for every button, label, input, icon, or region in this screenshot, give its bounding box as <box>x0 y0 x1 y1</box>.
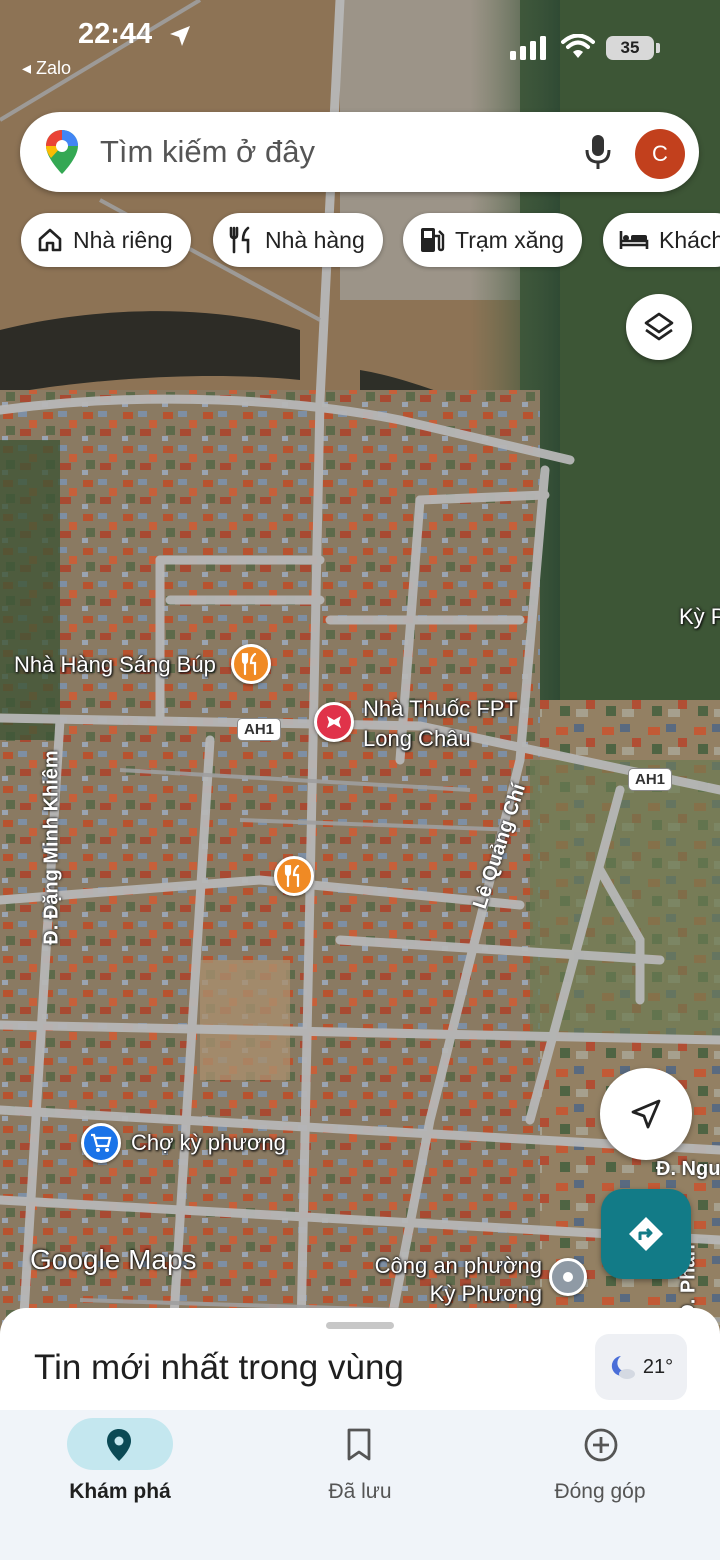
nav-label: Đã lưu <box>328 1480 392 1503</box>
wifi-icon <box>561 34 595 58</box>
battery-icon <box>656 43 660 53</box>
my-location-button[interactable] <box>600 1068 692 1160</box>
bookmark-icon <box>344 1428 374 1462</box>
place-label-market[interactable]: Chợ kỳ phương <box>131 1130 286 1156</box>
shopping-cart-pin-icon[interactable] <box>81 1123 121 1163</box>
chip-hotels[interactable]: Khách <box>603 213 720 267</box>
status-time: 22:44 <box>78 18 153 50</box>
sheet-drag-handle[interactable] <box>326 1322 394 1329</box>
location-arrow-icon <box>170 26 190 46</box>
explore-bottom-sheet[interactable]: Tin mới nhất trong vùng 21° <box>0 1308 720 1418</box>
google-maps-pin-icon <box>46 130 78 174</box>
directions-icon <box>629 1217 663 1251</box>
microphone-icon[interactable] <box>584 134 612 170</box>
nav-saved[interactable]: Đã lưu <box>240 1410 480 1560</box>
police-pin-icon[interactable] <box>549 1258 587 1296</box>
add-circle-icon <box>584 1428 618 1462</box>
highway-shield-ah1: AH1 <box>237 718 282 741</box>
chip-home[interactable]: Nhà riêng <box>21 213 191 267</box>
directions-button[interactable] <box>601 1189 691 1279</box>
area-label-ky-p: Kỳ P <box>679 604 720 629</box>
place-label-police[interactable]: Công an phường Kỳ Phương <box>362 1252 542 1308</box>
nav-contribute[interactable]: Đóng góp <box>480 1410 720 1560</box>
nav-explore[interactable]: Khám phá <box>0 1410 240 1560</box>
search-input[interactable] <box>100 126 540 178</box>
restaurant-pin-icon[interactable] <box>274 856 314 896</box>
back-to-zalo-link[interactable]: ◂ Zalo <box>22 58 71 79</box>
cellular-signal-icon <box>510 36 546 60</box>
gas-station-icon <box>419 226 445 254</box>
home-icon <box>37 227 63 253</box>
chip-label: Nhà riêng <box>73 226 173 253</box>
chip-label: Trạm xăng <box>455 226 565 253</box>
nav-label: Khám phá <box>69 1480 171 1503</box>
navigation-arrow-icon <box>631 1099 661 1129</box>
road-label-d-ngu: Đ. Ngu <box>656 1158 720 1180</box>
status-bar: 22:44 ◂ Zalo 35 <box>0 0 720 90</box>
chip-label: Khách <box>659 226 720 253</box>
chip-gas-stations[interactable]: Trạm xăng <box>403 213 583 267</box>
restaurant-icon <box>229 226 255 254</box>
google-maps-attribution: Google Maps <box>30 1244 197 1275</box>
place-label-pharmacy-fpt[interactable]: Nhà Thuốc FPT Long Châu <box>363 694 533 754</box>
weather-chip[interactable]: 21° <box>595 1334 687 1400</box>
pharmacy-pin-icon[interactable] <box>314 702 354 742</box>
sheet-title: Tin mới nhất trong vùng <box>34 1348 404 1387</box>
chip-label: Nhà hàng <box>265 226 365 253</box>
search-bar[interactable] <box>20 112 699 192</box>
nav-label: Đóng góp <box>554 1480 646 1503</box>
moon-cloud-icon <box>609 1354 637 1380</box>
satellite-map[interactable]: Nhà Hàng Sáng Búp Nhà Thuốc FPT Long Châ… <box>0 0 720 1380</box>
bottom-navigation: Khám phá Đã lưu Đóng góp <box>0 1410 720 1560</box>
place-label-restaurant-sang-bup[interactable]: Nhà Hàng Sáng Búp <box>14 652 216 678</box>
highway-shield-ah1: AH1 <box>628 768 673 791</box>
restaurant-pin-icon[interactable] <box>231 644 271 684</box>
map-imagery <box>0 0 720 1380</box>
layers-button[interactable] <box>626 294 692 360</box>
layers-icon <box>644 312 674 341</box>
account-avatar[interactable]: C <box>635 129 685 179</box>
temperature: 21° <box>642 1355 674 1378</box>
battery-level: 35 <box>606 36 654 60</box>
explore-pin-icon <box>104 1428 134 1462</box>
hotel-bed-icon <box>619 229 649 251</box>
chip-restaurants[interactable]: Nhà hàng <box>213 213 383 267</box>
road-label-dang-minh-khiem: Đ. Đặng Minh Khiêm <box>40 750 63 945</box>
